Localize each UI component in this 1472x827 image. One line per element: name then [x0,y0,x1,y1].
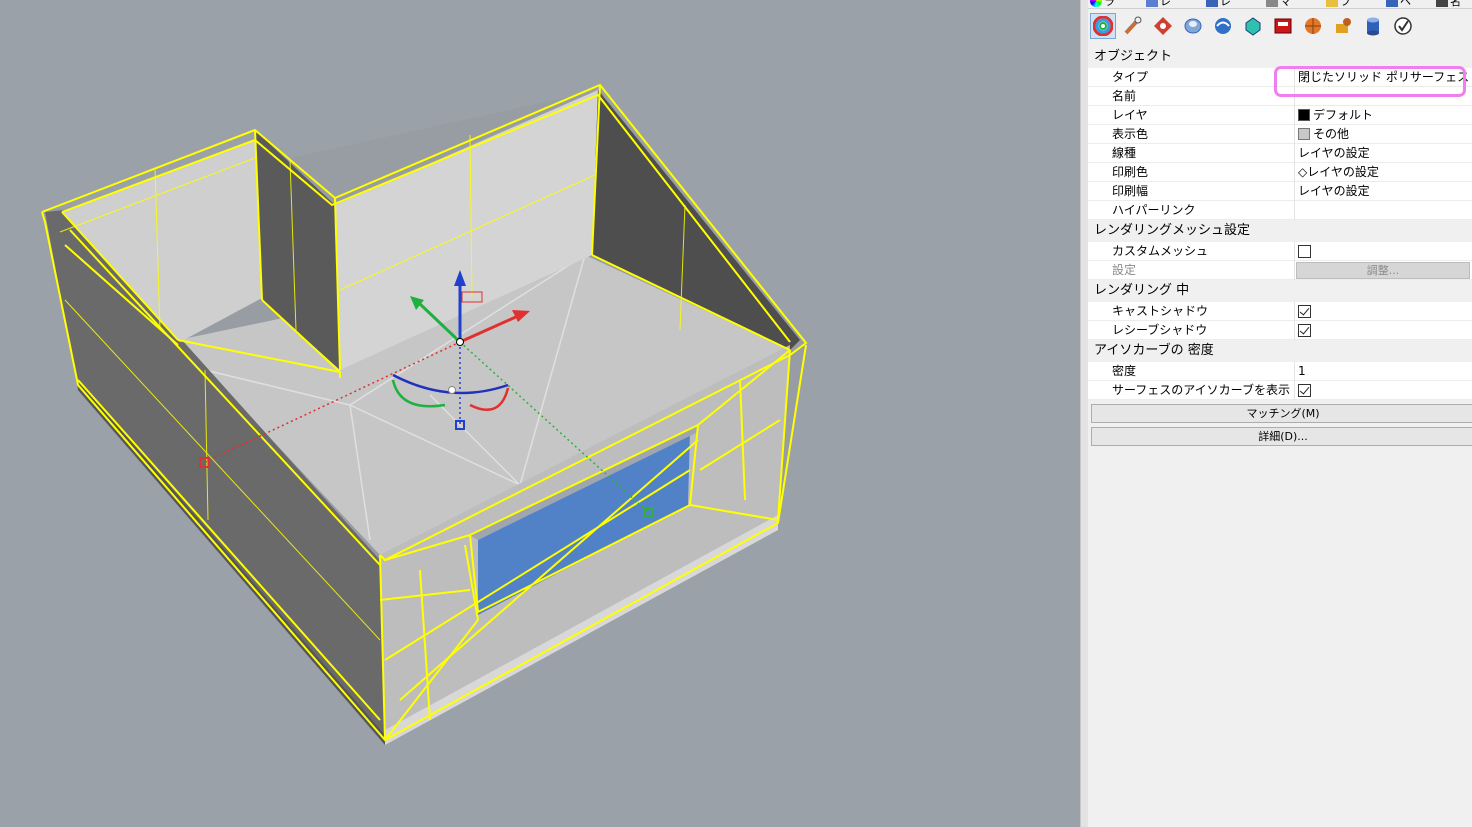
show-isocurves-cell [1296,381,1472,400]
thickening-icon [1336,18,1351,33]
folder-icon [1326,0,1338,7]
object-properties-icon [1093,16,1113,36]
layer-dropdown[interactable]: デフォルト [1296,106,1472,125]
section-object-title: オブジェクト [1088,46,1472,68]
render-icon [1206,0,1218,7]
custom-mesh-label: カスタムメッシュ [1088,242,1295,261]
display-color-label: 表示色 [1088,125,1295,144]
validate-icon [1394,17,1412,35]
viewport-canvas[interactable] [0,0,1080,827]
tab-help[interactable]: ヘ [1386,0,1411,8]
shut-lining-icon [1245,17,1261,36]
density-field[interactable]: 1 [1296,362,1472,381]
cast-shadows-cell [1296,302,1472,321]
tab-named-views[interactable]: 名 [1436,0,1461,8]
row-print-color: 印刷色 ◇レイヤの設定 [1088,163,1472,182]
layer-value: デフォルト [1313,108,1374,122]
layer-icon [1146,0,1158,7]
match-button[interactable]: マッチング(M) [1091,404,1472,423]
print-width-label: 印刷幅 [1088,182,1295,201]
properties-toolbar [1088,10,1472,42]
row-density: 密度 1 [1088,362,1472,381]
curve-piping-button[interactable] [1120,13,1146,39]
show-isocurves-label: サーフェスのアイソカーブを表示 [1088,381,1295,400]
row-layer: レイヤ デフォルト [1088,106,1472,125]
object-properties-button[interactable] [1090,13,1116,39]
receive-shadows-checkbox[interactable] [1298,324,1311,337]
section-rendering-title: レンダリング 中 [1088,280,1472,302]
panel-tabstrip: ラ レ レ マ フ ヘ 名 [1088,0,1472,9]
tab-layers[interactable]: レ [1146,0,1171,8]
display-color-dropdown[interactable]: その他 [1296,125,1472,144]
properties-list: オブジェクト タイプ 閉じたソリッド ポリサーフェス 名前 レイヤ デフォルト … [1088,46,1472,446]
tab-materials[interactable]: マ [1266,0,1291,8]
tab-render[interactable]: レ [1206,0,1231,8]
panel-splitter[interactable] [1080,0,1088,827]
hyperlink-field[interactable] [1296,201,1472,220]
display-color-value: その他 [1313,127,1350,141]
help-icon [1386,0,1398,7]
texture-mapping-icon [1274,18,1292,34]
validate-button[interactable] [1390,13,1416,39]
curve-piping-icon [1124,16,1142,35]
texture-mapping-button[interactable] [1270,13,1296,39]
cast-shadows-label: キャストシャドウ [1088,302,1295,321]
section-isocurve-title: アイソカーブの 密度 [1088,340,1472,362]
cast-shadows-checkbox[interactable] [1298,305,1311,318]
name-label: 名前 [1088,87,1295,106]
mesh-settings-cell: 調整... [1296,261,1472,280]
receive-shadows-cell [1296,321,1472,340]
displacement-button[interactable] [1180,13,1206,39]
color-wheel-icon [1090,0,1102,7]
custom-mesh-checkbox[interactable] [1298,245,1311,258]
row-custom-mesh: カスタムメッシュ [1088,242,1472,261]
tab-files[interactable]: フ [1326,0,1351,8]
custom-mesh-cell [1296,242,1472,261]
named-view-icon [1436,0,1448,7]
mesh-settings-label: 設定 [1088,261,1295,280]
named-position-button[interactable] [1300,13,1326,39]
material-icon [1266,0,1278,7]
properties-panel: ラ レ レ マ フ ヘ 名 オブジェクト タイプ 閉じたソリッド ポリサーフェス… [1088,0,1472,827]
layer-color-swatch [1298,109,1310,121]
perspective-viewport[interactable] [0,0,1080,827]
shut-lining-button[interactable] [1240,13,1266,39]
decal-icon [1154,17,1172,35]
linetype-dropdown[interactable]: レイヤの設定 [1296,144,1472,163]
row-receive-shadows: レシーブシャドウ [1088,321,1472,340]
type-label: タイプ [1088,68,1295,87]
cylinder-icon [1367,17,1379,36]
layer-label: レイヤ [1088,106,1295,125]
edge-softening-button[interactable] [1210,13,1236,39]
print-color-dropdown[interactable]: ◇レイヤの設定 [1296,163,1472,182]
tab-properties[interactable]: ラ [1090,0,1115,8]
adjust-button[interactable]: 調整... [1296,262,1470,279]
show-isocurves-checkbox[interactable] [1298,384,1311,397]
row-linetype: 線種 レイヤの設定 [1088,144,1472,163]
row-display-color: 表示色 その他 [1088,125,1472,144]
row-show-isocurves: サーフェスのアイソカーブを表示 [1088,381,1472,400]
receive-shadows-label: レシーブシャドウ [1088,321,1295,340]
cylinder-button[interactable] [1360,13,1386,39]
linetype-label: 線種 [1088,144,1295,163]
type-highlight-annotation [1274,66,1466,97]
row-print-width: 印刷幅 レイヤの設定 [1088,182,1472,201]
details-button[interactable]: 詳細(D)... [1091,427,1472,446]
hyperlink-label: ハイパーリンク [1088,201,1295,220]
row-hyperlink: ハイパーリンク [1088,201,1472,220]
print-color-label: 印刷色 [1088,163,1295,182]
thickening-button[interactable] [1330,13,1356,39]
displacement-icon [1184,18,1202,34]
row-cast-shadows: キャストシャドウ [1088,302,1472,321]
section-mesh-title: レンダリングメッシュ設定 [1088,220,1472,242]
named-position-icon [1305,18,1321,34]
display-color-swatch [1298,128,1310,140]
decal-button[interactable] [1150,13,1176,39]
density-label: 密度 [1088,362,1295,381]
print-width-dropdown[interactable]: レイヤの設定 [1296,182,1472,201]
edge-softening-icon [1215,18,1231,34]
row-mesh-settings: 設定 調整... [1088,261,1472,280]
